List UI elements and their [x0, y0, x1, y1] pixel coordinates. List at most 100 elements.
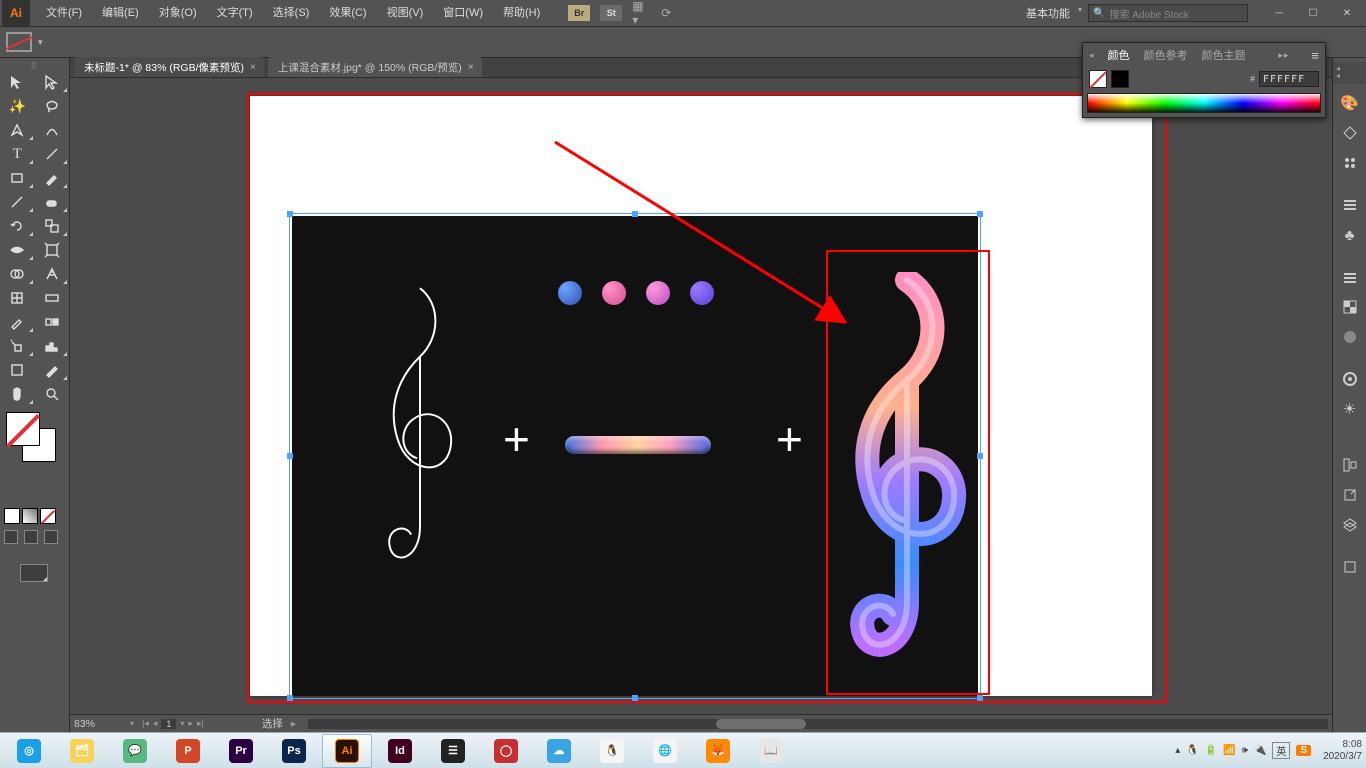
color-panel-more-tabs[interactable]: ▸▸ — [1278, 50, 1289, 61]
magic-wand-tool[interactable]: ✨ — [0, 94, 35, 118]
align-panel-icon[interactable] — [1335, 450, 1365, 480]
taskbar-app-wechat[interactable]: 💬 — [110, 734, 160, 768]
color-panel-icon[interactable]: 🎨 — [1335, 88, 1365, 118]
taskbar-app-explorer[interactable]: 🗂 — [57, 734, 107, 768]
blend-tool[interactable] — [35, 310, 70, 334]
draw-inside-button[interactable] — [44, 530, 58, 544]
artboard-navigator[interactable]: |◂◂ 1 ▾ ▸▸| — [142, 718, 204, 729]
horizontal-scrollbar[interactable] — [308, 719, 1328, 729]
layers-panel-icon[interactable] — [1335, 262, 1365, 292]
window-close[interactable]: ✕ — [1330, 0, 1364, 26]
menu-window[interactable]: 窗口(W) — [433, 0, 493, 26]
symbol-sprayer-tool[interactable] — [0, 334, 35, 358]
stock-search-input[interactable]: 🔍 搜索 Adobe Stock — [1088, 4, 1248, 22]
eraser-tool[interactable] — [35, 190, 70, 214]
symbols-panel-icon[interactable]: ♣ — [1335, 220, 1365, 250]
close-icon[interactable]: × — [250, 62, 256, 73]
menu-file[interactable]: 文件(F) — [36, 0, 92, 26]
menu-help[interactable]: 帮助(H) — [493, 0, 550, 26]
taskbar-app-misc3[interactable]: ☁ — [534, 734, 584, 768]
cc-libraries-icon[interactable] — [1335, 364, 1365, 394]
taskbar-app-indesign[interactable]: Id — [375, 734, 425, 768]
taskbar-app-misc1[interactable]: ☰ — [428, 734, 478, 768]
zoom-tool[interactable] — [35, 382, 70, 406]
perspective-grid-tool[interactable] — [35, 262, 70, 286]
column-graph-tool[interactable] — [35, 334, 70, 358]
taskbar-app-misc2[interactable]: ◯ — [481, 734, 531, 768]
taskbar-app-chrome[interactable]: 🌐 — [640, 734, 690, 768]
bridge-button[interactable]: Br — [568, 5, 590, 21]
taskbar-app-premiere[interactable]: Pr — [216, 734, 266, 768]
ime-switch[interactable]: S — [1296, 745, 1311, 756]
canvas[interactable]: + + — [70, 78, 1332, 714]
stock-button[interactable]: St — [600, 5, 622, 21]
color-fill-swatch[interactable] — [1089, 70, 1107, 88]
gradient-tool[interactable] — [35, 286, 70, 310]
rotate-tool[interactable] — [0, 214, 35, 238]
fill-none-button[interactable] — [40, 508, 56, 524]
taskbar-app-illustrator[interactable]: Ai — [322, 734, 372, 768]
close-icon[interactable]: × — [468, 62, 474, 73]
artboards-panel-icon[interactable] — [1335, 552, 1365, 582]
color-panel-tab-themes[interactable]: 颜色主题 — [1202, 47, 1246, 63]
stroke-panel-icon[interactable] — [1335, 190, 1365, 220]
tray-power-icon[interactable]: 🔌 — [1254, 745, 1266, 756]
menu-effect[interactable]: 效果(C) — [319, 0, 376, 26]
panel-menu-icon[interactable]: ≡ — [1311, 48, 1319, 63]
sync-settings-icon[interactable]: ⟳ — [658, 5, 674, 21]
tray-network-icon[interactable]: 📶 — [1223, 745, 1235, 756]
color-stroke-swatch[interactable] — [1111, 70, 1129, 88]
lasso-tool[interactable] — [35, 94, 70, 118]
taskbar-app-firefox[interactable]: 🦊 — [693, 734, 743, 768]
tools-handle[interactable]: ⠿ — [0, 62, 69, 70]
tray-qq-icon[interactable]: 🐧 — [1186, 745, 1198, 756]
line-segment-tool[interactable] — [35, 142, 70, 166]
color-panel-tab-chevron[interactable]: ◂ — [1089, 50, 1094, 61]
rectangle-tool[interactable] — [0, 166, 35, 190]
pen-tool[interactable] — [0, 118, 35, 142]
window-maximize[interactable]: ☐ — [1296, 0, 1330, 26]
hex-input[interactable]: FFFFFF — [1259, 71, 1319, 87]
color-panel-tab-color[interactable]: 颜色 — [1108, 47, 1130, 63]
transparency-panel-icon[interactable] — [1335, 292, 1365, 322]
fill-gradient-button[interactable] — [22, 508, 38, 524]
status-menu-icon[interactable]: ▸ — [291, 718, 296, 730]
type-tool[interactable]: T — [0, 142, 35, 166]
document-tab-2[interactable]: 上课混合素材.jpg* @ 150% (RGB/预览) × — [268, 57, 482, 77]
gradient-panel-icon[interactable]: ☀ — [1335, 394, 1365, 424]
shaper-tool[interactable] — [0, 190, 35, 214]
width-tool[interactable] — [0, 238, 35, 262]
direct-selection-tool[interactable] — [35, 70, 70, 94]
draw-behind-button[interactable] — [24, 530, 38, 544]
workspace-switcher[interactable]: 基本功能 — [1016, 5, 1088, 21]
arrange-docs-icon[interactable]: ▦ ▾ — [632, 5, 648, 21]
menu-object[interactable]: 对象(O) — [149, 0, 207, 26]
system-clock[interactable]: 8:08 2020/3/7 — [1323, 739, 1362, 763]
ime-lang[interactable]: 英 — [1272, 742, 1290, 759]
mesh-tool[interactable] — [0, 286, 35, 310]
zoom-level[interactable]: 83% ▾ — [74, 718, 134, 730]
color-panel-tab-guide[interactable]: 颜色参考 — [1144, 47, 1188, 63]
taskbar-app-photoshop[interactable]: Ps — [269, 734, 319, 768]
taskbar-app-powerpoint[interactable]: P — [163, 734, 213, 768]
paintbrush-tool[interactable] — [35, 166, 70, 190]
tray-volume-icon[interactable]: 🕪 — [1242, 745, 1248, 756]
fill-stroke-swatches[interactable] — [0, 412, 69, 458]
window-minimize[interactable]: ─ — [1262, 0, 1296, 26]
slice-tool[interactable] — [35, 358, 70, 382]
document-tab-1[interactable]: 未标题-1* @ 83% (RGB/像素预览) × — [74, 57, 264, 77]
taskbar-app-notes[interactable]: 📖 — [746, 734, 796, 768]
fill-solid-button[interactable] — [4, 508, 20, 524]
taskbar-app-360-browser[interactable]: ◎ — [4, 734, 54, 768]
menu-view[interactable]: 视图(V) — [377, 0, 434, 26]
brushes-panel-icon[interactable] — [1335, 148, 1365, 178]
menu-edit[interactable]: 编辑(E) — [92, 0, 149, 26]
hand-tool[interactable] — [0, 382, 35, 406]
fill-swatch[interactable] — [6, 412, 40, 446]
menu-type[interactable]: 文字(T) — [207, 0, 263, 26]
color-panel[interactable]: ◂ 颜色 颜色参考 颜色主题 ▸▸ ≡ # FFFFFF — [1082, 42, 1326, 118]
eyedropper-tool[interactable] — [0, 310, 35, 334]
screen-mode-button[interactable] — [20, 564, 48, 582]
appearance-panel-icon[interactable] — [1335, 322, 1365, 352]
options-chevron-icon[interactable]: ▾ — [38, 37, 43, 48]
